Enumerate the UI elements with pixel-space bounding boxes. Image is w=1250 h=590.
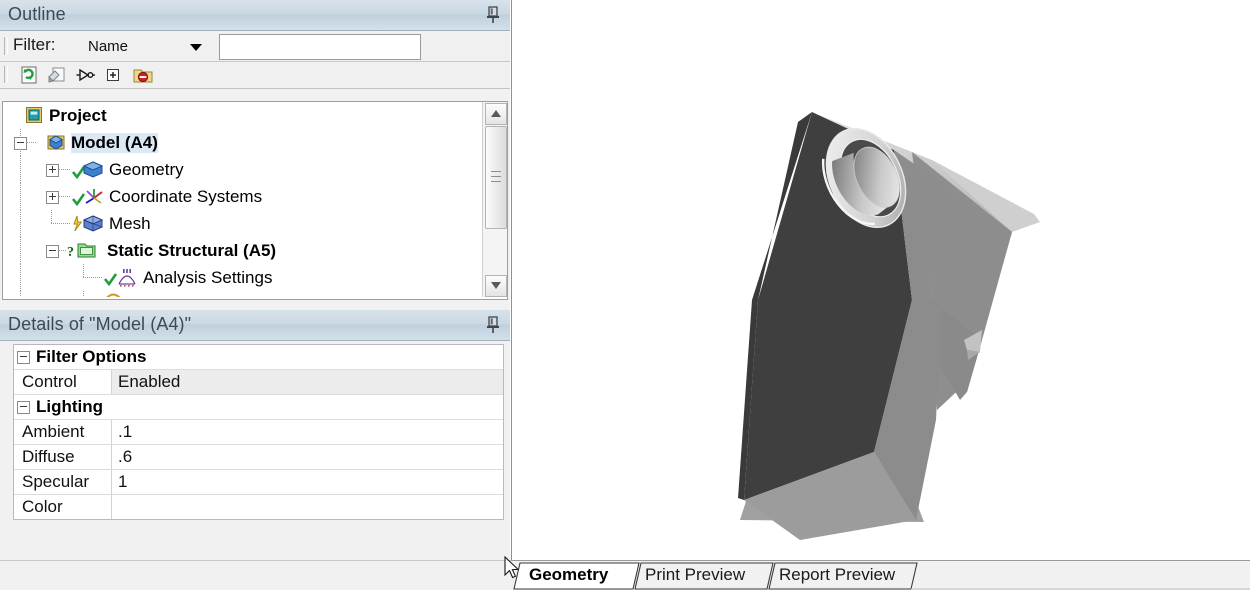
tree-label: Coordinate Systems (109, 187, 263, 206)
details-property-value[interactable]: 1 (118, 472, 127, 492)
suppressed-folder-icon[interactable] (132, 64, 154, 86)
outline-toolbar (0, 62, 510, 89)
tree-item-geometry[interactable]: Geometry (3, 156, 481, 183)
outline-filter-row: Filter: Name (0, 31, 510, 62)
geometry-icon (71, 161, 104, 179)
ansys-mechanical-window: Outline Filter: Name Project Model (A4) … (0, 0, 1250, 590)
filter-type-value: Name (88, 38, 129, 55)
tree-label: Analysis Settings (143, 268, 273, 287)
project-icon (26, 107, 42, 123)
details-panel-titlebar: Details of "Model (A4)" (0, 310, 510, 341)
tree-item-static-structural[interactable]: ? Static Structural (A5) (3, 237, 481, 264)
details-property-name: Ambient (22, 422, 85, 441)
filter-search-input[interactable] (219, 34, 421, 60)
details-row-diffuse[interactable]: Diffuse .6 (14, 445, 503, 470)
details-property-value[interactable]: .6 (118, 447, 132, 467)
details-property-value[interactable]: Enabled (118, 372, 180, 392)
svg-text:?: ? (67, 245, 74, 260)
details-property-name: Diffuse (22, 447, 75, 466)
tree-label: Model (A4) (71, 133, 158, 153)
tree-label: Static Structural (A5) (107, 241, 277, 260)
tab-report-preview[interactable]: Report Preview (779, 565, 895, 585)
scrollbar-thumb[interactable] (485, 126, 507, 229)
bracket-lever-body[interactable] (512, 0, 1250, 560)
group-collapse-icon[interactable] (17, 351, 30, 364)
details-row-ambient[interactable]: Ambient .1 (14, 420, 503, 445)
show-connections-icon[interactable] (74, 64, 96, 86)
tree-item-mesh[interactable]: Mesh (3, 210, 481, 237)
mouse-pointer (504, 556, 520, 579)
details-property-value[interactable]: .1 (118, 422, 132, 442)
scroll-up-arrow-icon[interactable] (485, 103, 507, 125)
tree-scrollbar[interactable] (482, 102, 507, 297)
group-collapse-icon[interactable] (17, 401, 30, 414)
pushpin-icon[interactable] (484, 315, 502, 335)
tree-expander-plus[interactable] (46, 191, 59, 204)
tab-print-preview[interactable]: Print Preview (645, 565, 745, 585)
details-group-label: Lighting (36, 397, 104, 416)
toolbar-grip[interactable] (4, 66, 8, 83)
tree-item-project[interactable]: Project (3, 102, 481, 129)
tree-item-coordinate-systems[interactable]: Coordinate Systems (3, 183, 481, 210)
loads-icon (106, 293, 121, 297)
tree-expander-plus[interactable] (46, 164, 59, 177)
tree-expander-minus[interactable] (46, 245, 59, 258)
details-group-label: Filter Options (36, 347, 147, 366)
expand-all-icon[interactable] (102, 64, 124, 86)
outline-panel-title: Outline (8, 4, 66, 24)
outline-panel-titlebar: Outline (0, 0, 510, 31)
tree-item-partial[interactable] (3, 291, 481, 297)
viewport-tab-bar: Geometry Print Preview Report Preview (511, 560, 1250, 590)
tree-item-analysis-settings[interactable]: Analysis Settings (3, 264, 481, 291)
outline-tree-content: Project Model (A4) Geometry Coordinate S… (3, 102, 481, 297)
details-property-name: Specular (22, 472, 90, 491)
analysis-settings-icon (103, 269, 136, 287)
mesh-icon (73, 215, 104, 232)
details-group-row[interactable]: Lighting (14, 395, 503, 420)
tree-label: Mesh (109, 214, 151, 233)
details-panel-title: Details of "Model (A4)" (8, 314, 192, 334)
filter-type-dropdown[interactable]: Name (85, 34, 210, 58)
model-icon (47, 135, 65, 150)
details-row-color[interactable]: Color (14, 495, 503, 519)
chevron-down-icon (190, 44, 202, 51)
filter-label: Filter: (13, 35, 56, 54)
clear-generated-data-icon[interactable] (46, 64, 68, 86)
refresh-document-icon[interactable] (18, 64, 40, 86)
details-panel-footer (0, 560, 511, 590)
analysis-folder-icon: ? (67, 243, 96, 260)
coordinate-systems-icon (71, 189, 103, 207)
tree-label: Geometry (109, 160, 184, 179)
tab-geometry[interactable]: Geometry (529, 565, 608, 585)
graphics-viewport[interactable]: 0.00 60.00 (mm) 30.00 Z X Y (511, 0, 1250, 560)
details-row-control[interactable]: Control Enabled (14, 370, 503, 395)
toolbar-grip[interactable] (4, 37, 8, 55)
scroll-down-arrow-icon[interactable] (485, 275, 507, 297)
details-property-name: Color (22, 497, 63, 516)
left-panel-column: Outline Filter: Name Project Model (A4) … (0, 0, 511, 590)
details-group-row[interactable]: Filter Options (14, 345, 503, 370)
outline-tree[interactable]: Project Model (A4) Geometry Coordinate S… (2, 101, 508, 300)
tree-item-model[interactable]: Model (A4) (3, 129, 481, 157)
details-properties-grid: Filter Options Control Enabled Lighting … (13, 344, 504, 520)
tree-label: Project (49, 106, 107, 125)
details-row-specular[interactable]: Specular 1 (14, 470, 503, 495)
pushpin-icon[interactable] (484, 5, 502, 25)
details-property-name: Control (22, 372, 77, 391)
